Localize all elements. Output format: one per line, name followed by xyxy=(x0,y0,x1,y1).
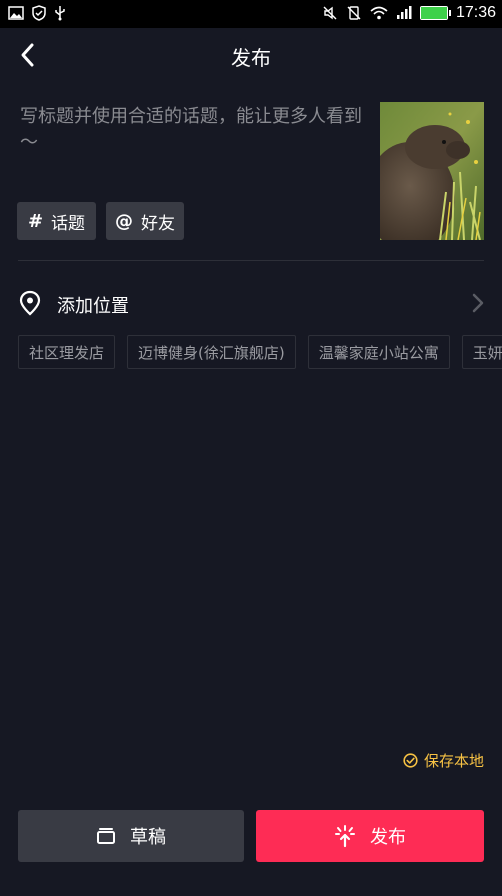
location-pin-icon xyxy=(19,290,41,316)
save-local-toggle[interactable]: 保存本地 xyxy=(403,750,484,771)
video-cover-thumbnail[interactable] xyxy=(380,102,484,240)
add-location-row[interactable]: 添加位置 xyxy=(0,282,502,322)
divider xyxy=(18,260,484,261)
status-right-icons: 17:36 xyxy=(322,4,496,22)
location-suggestion[interactable]: 玉妍 xyxy=(461,335,502,369)
status-time: 17:36 xyxy=(455,4,496,21)
publish-button-label: 发布 xyxy=(370,827,406,848)
caption-input[interactable]: 写标题并使用合适的话题，能让更多人看到～ xyxy=(20,104,366,156)
page-title: 发布 xyxy=(231,46,271,70)
topic-chip-button[interactable]: # 话题 xyxy=(17,202,96,240)
image-icon xyxy=(8,6,24,20)
battery-icon xyxy=(419,6,451,20)
hashtag-icon: # xyxy=(27,210,44,232)
signal-icon xyxy=(396,6,412,19)
wifi-icon xyxy=(370,6,388,20)
publish-sparkle-icon xyxy=(335,825,355,848)
mute-icon xyxy=(323,6,337,20)
status-bar: 17:36 xyxy=(0,0,502,28)
friends-chip-button[interactable]: @ 好友 xyxy=(106,202,184,240)
draft-button-label: 草稿 xyxy=(130,827,166,848)
status-left-icons xyxy=(8,5,66,21)
save-local-label: 保存本地 xyxy=(423,752,484,770)
draft-button[interactable]: 草稿 xyxy=(18,810,244,862)
location-suggestion[interactable]: 温馨家庭小站公寓 xyxy=(307,335,450,369)
location-suggestions: 社区理发店 迈博健身(徐汇旗舰店) 温馨家庭小站公寓 玉妍 xyxy=(18,335,502,369)
chevron-right-icon xyxy=(472,293,484,313)
vibrate-off-icon xyxy=(347,6,361,20)
location-suggestion[interactable]: 迈博健身(徐汇旗舰店) xyxy=(127,335,296,369)
at-icon: @ xyxy=(115,210,133,232)
publish-button[interactable]: 发布 xyxy=(256,810,484,862)
check-circle-icon xyxy=(403,753,418,768)
add-location-label: 添加位置 xyxy=(57,296,129,317)
drafts-box-icon xyxy=(97,828,115,844)
topic-chip-label: 话题 xyxy=(51,213,86,234)
friends-chip-label: 好友 xyxy=(141,213,175,234)
usb-icon xyxy=(55,6,65,21)
shield-icon xyxy=(32,5,46,21)
location-suggestion[interactable]: 社区理发店 xyxy=(18,335,116,369)
header: 发布 xyxy=(0,28,502,84)
